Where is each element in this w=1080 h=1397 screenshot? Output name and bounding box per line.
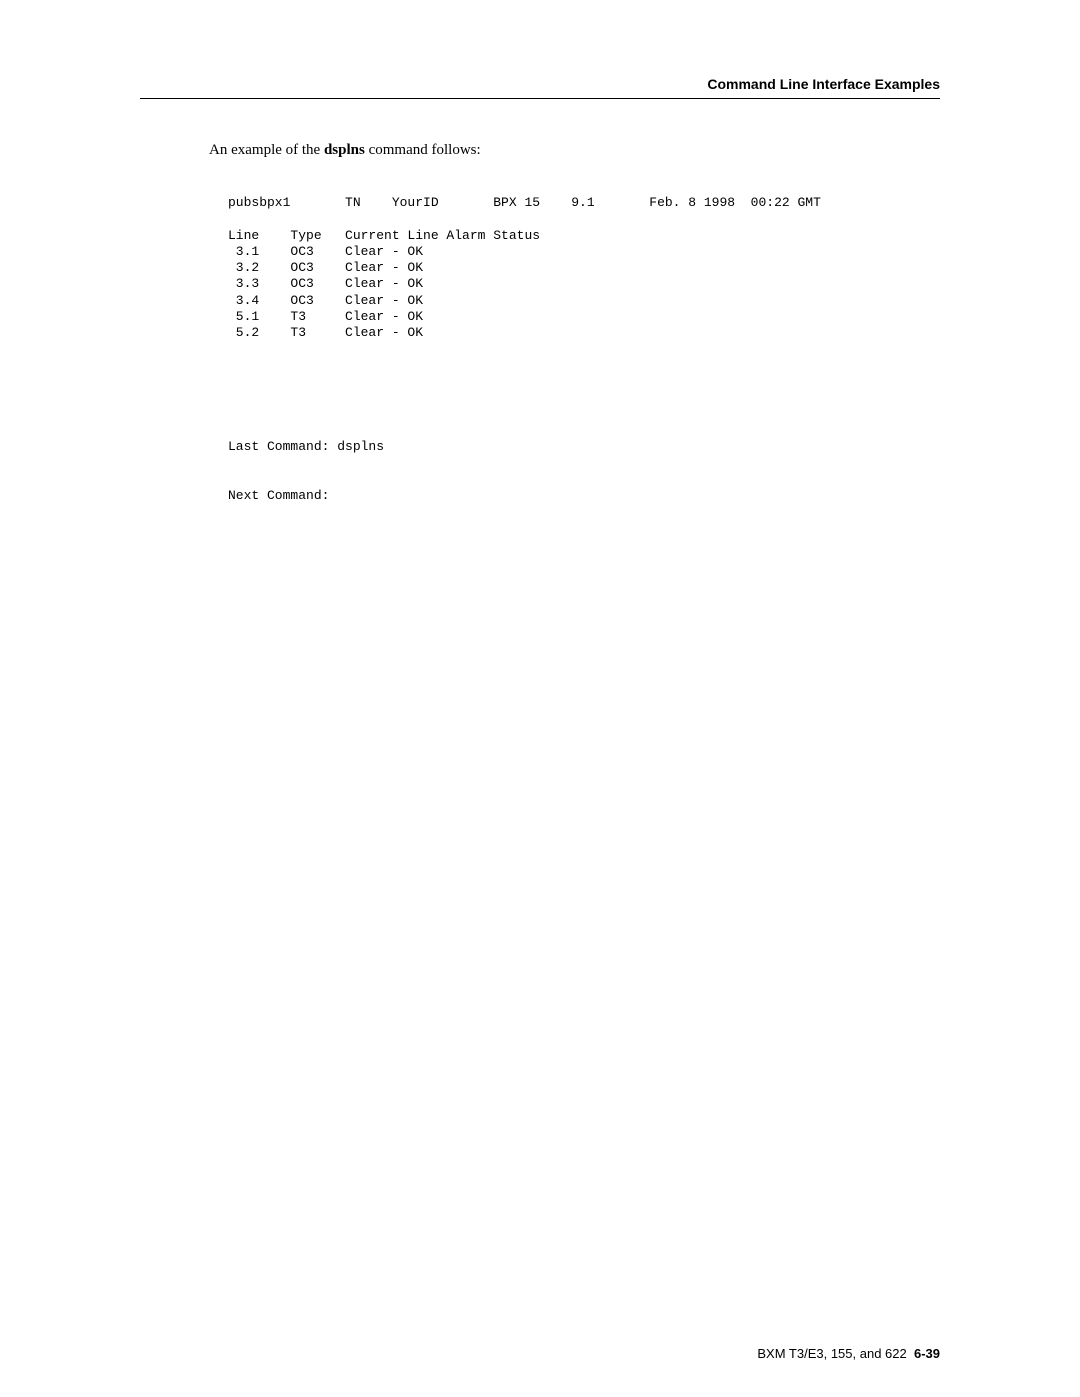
terminal-status-line: pubsbpx1 TN YourID BPX 15 9.1 Feb. 8 199… xyxy=(228,195,821,210)
terminal-next-command: Next Command: xyxy=(228,488,329,503)
terminal-last-command: Last Command: dsplns xyxy=(228,439,384,454)
intro-suffix: command follows: xyxy=(365,142,481,158)
intro-paragraph: An example of the dsplns command follows… xyxy=(209,142,481,159)
intro-prefix: An example of the xyxy=(209,142,324,158)
intro-command: dsplns xyxy=(324,142,365,158)
page-footer: BXM T3/E3, 155, and 622 6-39 xyxy=(757,1346,940,1361)
terminal-row: 3.2 OC3 Clear - OK xyxy=(228,260,423,275)
terminal-row: 3.3 OC3 Clear - OK xyxy=(228,276,423,291)
header-title: Command Line Interface Examples xyxy=(707,76,940,92)
terminal-row: 3.4 OC3 Clear - OK xyxy=(228,293,423,308)
page-header: Command Line Interface Examples xyxy=(140,76,940,99)
terminal-row: 5.2 T3 Clear - OK xyxy=(228,325,423,340)
terminal-row: 3.1 OC3 Clear - OK xyxy=(228,244,423,259)
terminal-header-row: Line Type Current Line Alarm Status xyxy=(228,228,540,243)
terminal-row: 5.1 T3 Clear - OK xyxy=(228,309,423,324)
terminal-output: pubsbpx1 TN YourID BPX 15 9.1 Feb. 8 199… xyxy=(228,195,821,504)
footer-page: 6-39 xyxy=(914,1346,940,1361)
footer-chapter: BXM T3/E3, 155, and 622 xyxy=(757,1346,906,1361)
